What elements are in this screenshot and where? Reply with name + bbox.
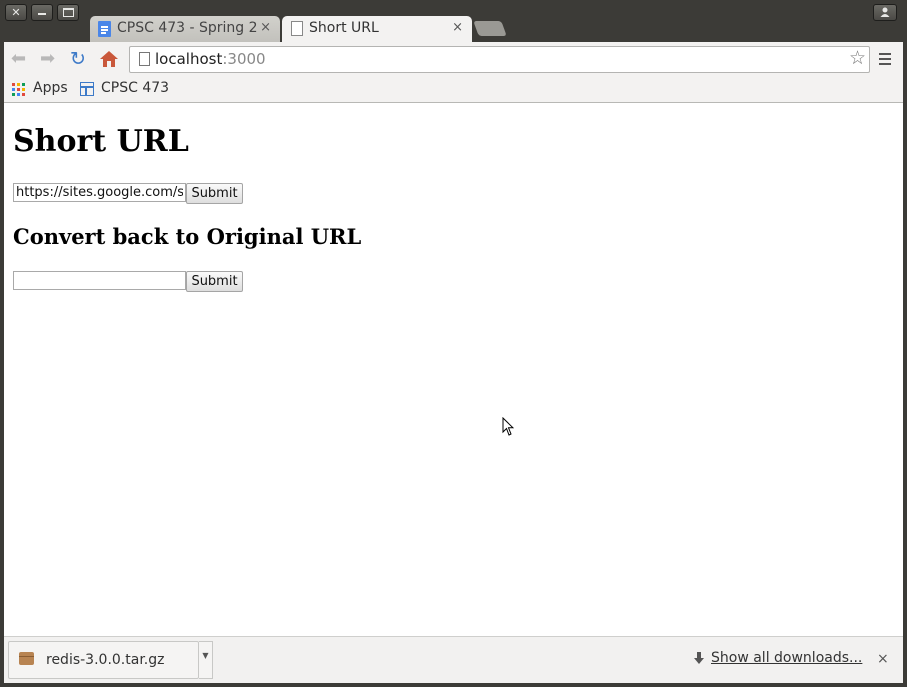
tab-cpsc-473[interactable]: CPSC 473 - Spring 20 × (90, 16, 280, 42)
bookmark-star-icon[interactable]: ☆ (849, 47, 866, 69)
url-input[interactable] (13, 183, 186, 202)
download-filename: redis-3.0.0.tar.gz (46, 652, 165, 668)
menu-icon[interactable] (879, 53, 891, 65)
download-shelf: redis-3.0.0.tar.gz ▼ Show all downloads.… (4, 636, 903, 684)
tab-close-icon[interactable]: × (260, 20, 271, 35)
window-maximize-button[interactable] (57, 4, 79, 21)
bookmark-label: Apps (33, 80, 68, 96)
google-sites-icon (80, 82, 94, 96)
home-icon[interactable] (99, 49, 119, 69)
forward-arrow-icon[interactable]: ➡ (40, 50, 55, 68)
tab-close-icon[interactable]: × (452, 20, 463, 35)
reload-icon[interactable]: ↻ (70, 50, 86, 69)
chevron-down-icon: ▼ (202, 651, 209, 660)
show-all-downloads-link[interactable]: Show all downloads... (693, 650, 862, 666)
close-downloads-icon[interactable]: × (877, 651, 889, 667)
page-title: Short URL (13, 124, 189, 159)
maximize-icon (63, 8, 74, 17)
package-icon (19, 652, 34, 665)
window-minimize-button[interactable] (31, 4, 53, 21)
page-content: Short URL Submit Convert back to Origina… (4, 103, 903, 636)
google-docs-icon (98, 21, 111, 37)
download-options-button[interactable]: ▼ (199, 641, 213, 679)
bookmark-label: CPSC 473 (101, 80, 170, 96)
new-tab-button[interactable] (473, 21, 507, 36)
minimize-icon (38, 13, 46, 15)
tab-short-url[interactable]: Short URL × (282, 16, 472, 42)
page-icon (291, 21, 303, 36)
shorten-submit-button[interactable]: Submit (186, 183, 243, 204)
title-bar: ✕ CPSC 473 - Spring 20 × Short URL × (0, 0, 907, 42)
convert-heading: Convert back to Original URL (13, 224, 362, 249)
page-icon (139, 52, 150, 66)
user-profile-button[interactable] (873, 4, 897, 21)
mouse-cursor-icon (502, 417, 514, 436)
window-border-left (0, 42, 4, 687)
window-border-right (903, 42, 907, 687)
download-item[interactable]: redis-3.0.0.tar.gz (8, 641, 199, 679)
back-arrow-icon[interactable]: ⬅ (11, 50, 26, 68)
browser-toolbar: ⬅ ➡ ↻ localhost:3000 ☆ (0, 42, 907, 78)
close-icon: ✕ (11, 6, 21, 19)
apps-grid-icon (12, 83, 25, 96)
convert-submit-button[interactable]: Submit (186, 271, 243, 292)
short-url-input[interactable] (13, 271, 186, 290)
window-border-bottom (0, 683, 907, 687)
bookmark-cpsc-473[interactable]: CPSC 473 (80, 80, 169, 96)
tab-title: Short URL (309, 20, 379, 36)
window-close-button[interactable]: ✕ (5, 4, 27, 21)
tab-title: CPSC 473 - Spring 20 (117, 20, 257, 36)
user-icon (880, 7, 890, 17)
browser-window: ✕ CPSC 473 - Spring 20 × Short URL × ⬅ ➡… (0, 0, 907, 687)
url-text[interactable]: localhost:3000 (155, 50, 266, 68)
address-bar[interactable]: localhost:3000 ☆ (129, 46, 870, 73)
bookmarks-bar: Apps CPSC 473 (0, 78, 907, 103)
bookmark-apps[interactable]: Apps (12, 80, 68, 96)
download-arrow-icon (694, 652, 704, 664)
